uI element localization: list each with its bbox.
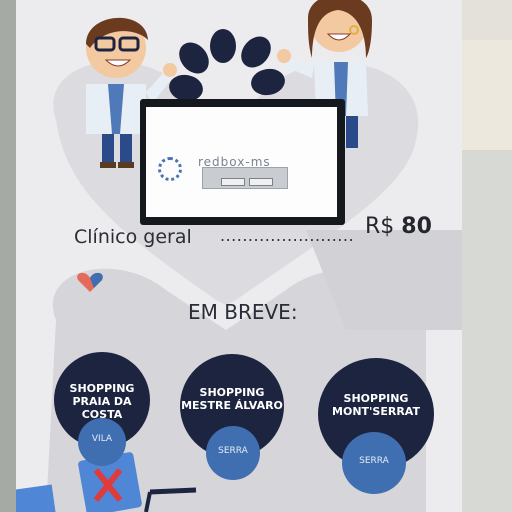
coming-soon-heading: EM BREVE: [188, 300, 298, 324]
city-label: SERRA [359, 456, 389, 466]
city-badge-serra-2: SERRA [342, 432, 406, 494]
loading-spinner-icon [158, 157, 182, 181]
dialog-button-right [249, 178, 273, 186]
wall-right-panel [462, 40, 512, 150]
logo-icon [169, 29, 285, 102]
city-label: SERRA [218, 446, 248, 456]
loading-dialog [202, 167, 288, 189]
location-line1: SHOPPING [69, 382, 135, 395]
clinic-banner: redbox-ms Clínico geral ................… [16, 0, 462, 512]
monitor-screen: redbox-ms [146, 107, 337, 217]
service-price: R$ 80 [365, 214, 432, 239]
location-line1: SHOPPING [199, 386, 265, 399]
wall-right-lower [462, 150, 512, 512]
price-currency: R$ [365, 214, 395, 239]
city-label: VILA [91, 434, 113, 444]
city-badge-serra-1: SERRA [206, 426, 260, 480]
price-leader-dots: ........................ [220, 226, 355, 245]
wall-left [0, 0, 16, 512]
price-amount: 80 [401, 214, 432, 239]
location-line1: SHOPPING [343, 392, 409, 405]
location-line2: MESTRE ÁLVARO [181, 399, 283, 412]
city-badge-vila: VILA [78, 418, 126, 466]
service-label: Clínico geral [74, 226, 192, 248]
dialog-button-left [221, 178, 245, 186]
location-line2: MONT'SERRAT [332, 405, 420, 418]
wall-monitor: redbox-ms [140, 99, 345, 225]
